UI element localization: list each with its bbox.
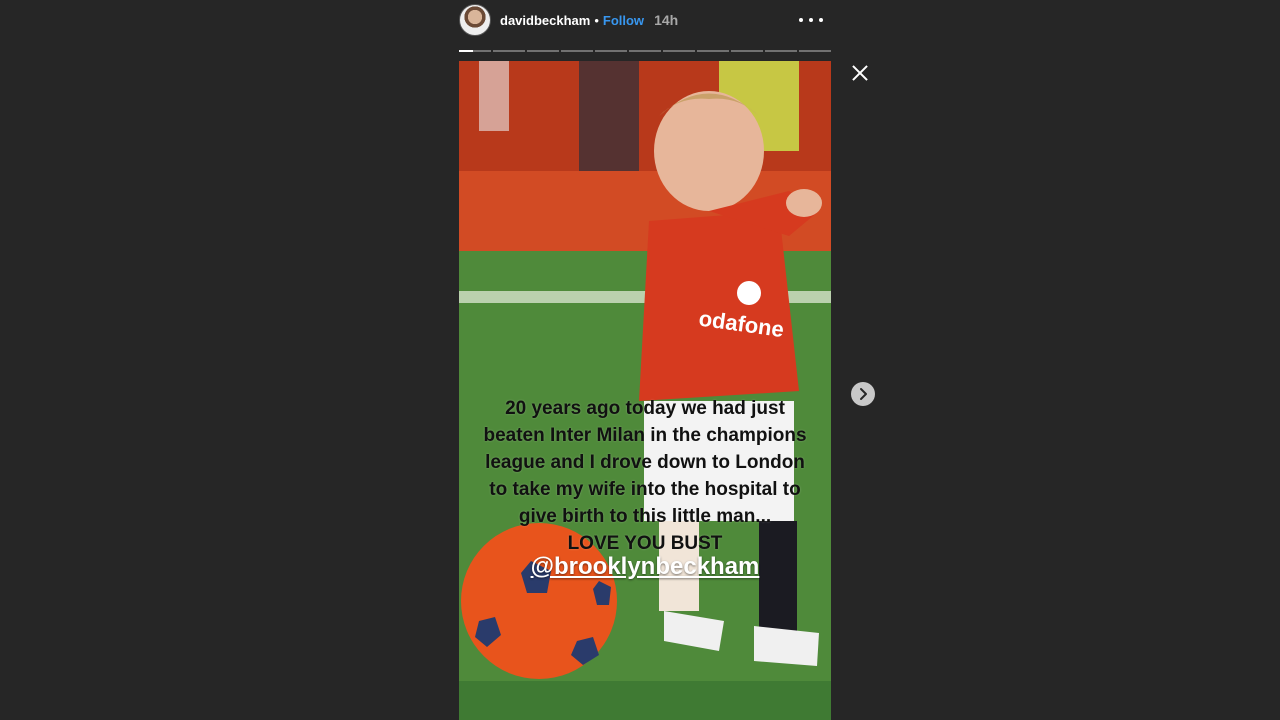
progress-segment [799, 50, 831, 52]
progress-segment [595, 50, 627, 52]
progress-segment [765, 50, 797, 52]
story-progress-bar [459, 50, 831, 52]
progress-segment [697, 50, 729, 52]
progress-fill [459, 50, 474, 52]
progress-segment [459, 50, 491, 52]
progress-segment [663, 50, 695, 52]
progress-segment [561, 50, 593, 52]
username[interactable]: davidbeckham [500, 13, 590, 28]
caption-line: give birth to this little man... [518, 506, 772, 527]
progress-segment [629, 50, 661, 52]
caption-line: beaten Inter Milan in the champions [483, 425, 807, 446]
caption-line: league and I drove down to London [485, 452, 805, 473]
chevron-right-icon [860, 388, 867, 400]
progress-segment [527, 50, 559, 52]
more-dot [799, 18, 803, 22]
separator-dot: • [594, 12, 599, 28]
more-dot [819, 18, 823, 22]
story-caption: 20 years ago today we had just beaten In… [459, 395, 831, 557]
story-viewer: davidbeckham • Follow 14h odafone 20 yea… [459, 0, 831, 720]
more-options-icon[interactable] [799, 11, 823, 29]
follow-button[interactable]: Follow [603, 13, 644, 28]
progress-segment [731, 50, 763, 52]
story-header: davidbeckham • Follow 14h [459, 3, 831, 37]
story-photo: odafone [459, 61, 831, 720]
story-media[interactable]: odafone 20 years ago today we had just b… [459, 61, 831, 720]
caption-line: to take my wife into the hospital to [489, 479, 801, 500]
next-story-button[interactable] [851, 382, 875, 406]
progress-segment [493, 50, 525, 52]
avatar[interactable] [459, 4, 491, 36]
mention-link[interactable]: @brooklynbeckham [459, 553, 831, 581]
close-icon[interactable] [850, 63, 870, 83]
caption-line: 20 years ago today we had just [505, 398, 785, 419]
post-time: 14h [654, 12, 679, 28]
more-dot [809, 18, 813, 22]
